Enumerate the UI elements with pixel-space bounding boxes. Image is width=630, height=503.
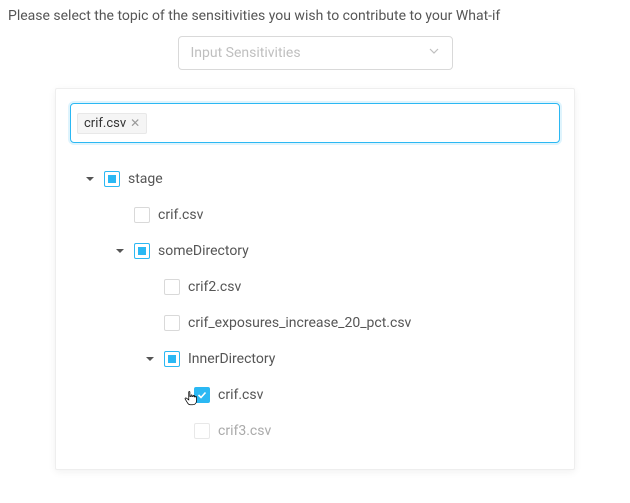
search-tag-label: crif.csv xyxy=(84,116,126,131)
checkbox-indeterminate[interactable] xyxy=(164,351,180,367)
checkbox-checked[interactable] xyxy=(194,387,210,403)
tree-node-label[interactable]: someDirectory xyxy=(158,243,249,259)
caret-down-icon[interactable] xyxy=(84,173,96,185)
search-tag[interactable]: crif.csv ✕ xyxy=(77,113,147,134)
tree-node-crif3[interactable]: crif3.csv xyxy=(66,413,564,449)
search-input[interactable]: crif.csv ✕ xyxy=(70,103,560,143)
tree-node-crif[interactable]: crif.csv xyxy=(66,197,564,233)
tree-node-label[interactable]: crif.csv xyxy=(158,207,203,223)
checkbox-unchecked[interactable] xyxy=(194,423,210,439)
tree-node-innerdirectory[interactable]: InnerDirectory xyxy=(66,341,564,377)
checkbox-indeterminate[interactable] xyxy=(134,243,150,259)
tree-node-label[interactable]: crif3.csv xyxy=(218,423,271,439)
topic-select[interactable]: Input Sensitivities xyxy=(178,36,453,70)
tree-node-label[interactable]: crif.csv xyxy=(218,387,263,403)
remove-tag-icon[interactable]: ✕ xyxy=(130,117,140,129)
tree-node-label[interactable]: InnerDirectory xyxy=(188,351,275,367)
tree-node-label[interactable]: crif2.csv xyxy=(188,279,241,295)
tree-node-stage[interactable]: stage xyxy=(66,161,564,197)
chevron-down-icon xyxy=(428,45,440,61)
checkbox-indeterminate[interactable] xyxy=(104,171,120,187)
tree-node-crif-exposures[interactable]: crif_exposures_increase_20_pct.csv xyxy=(66,305,564,341)
caret-down-icon[interactable] xyxy=(114,245,126,257)
checkbox-unchecked[interactable] xyxy=(134,207,150,223)
tree-node-somedirectory[interactable]: someDirectory xyxy=(66,233,564,269)
caret-down-icon[interactable] xyxy=(144,353,156,365)
instruction-text: Please select the topic of the sensitivi… xyxy=(8,8,622,24)
tree-node-label[interactable]: stage xyxy=(128,171,163,187)
tree-node-crif2[interactable]: crif2.csv xyxy=(66,269,564,305)
tree-node-inner-crif[interactable]: crif.csv xyxy=(66,377,564,413)
topic-select-placeholder: Input Sensitivities xyxy=(191,45,301,61)
tree-node-label[interactable]: crif_exposures_increase_20_pct.csv xyxy=(188,315,411,331)
checkbox-unchecked[interactable] xyxy=(164,315,180,331)
tree-select-dropdown: crif.csv ✕ stage crif.csv someDirectory xyxy=(55,88,575,470)
file-tree: stage crif.csv someDirectory crif2.csv c… xyxy=(56,157,574,469)
checkbox-unchecked[interactable] xyxy=(164,279,180,295)
